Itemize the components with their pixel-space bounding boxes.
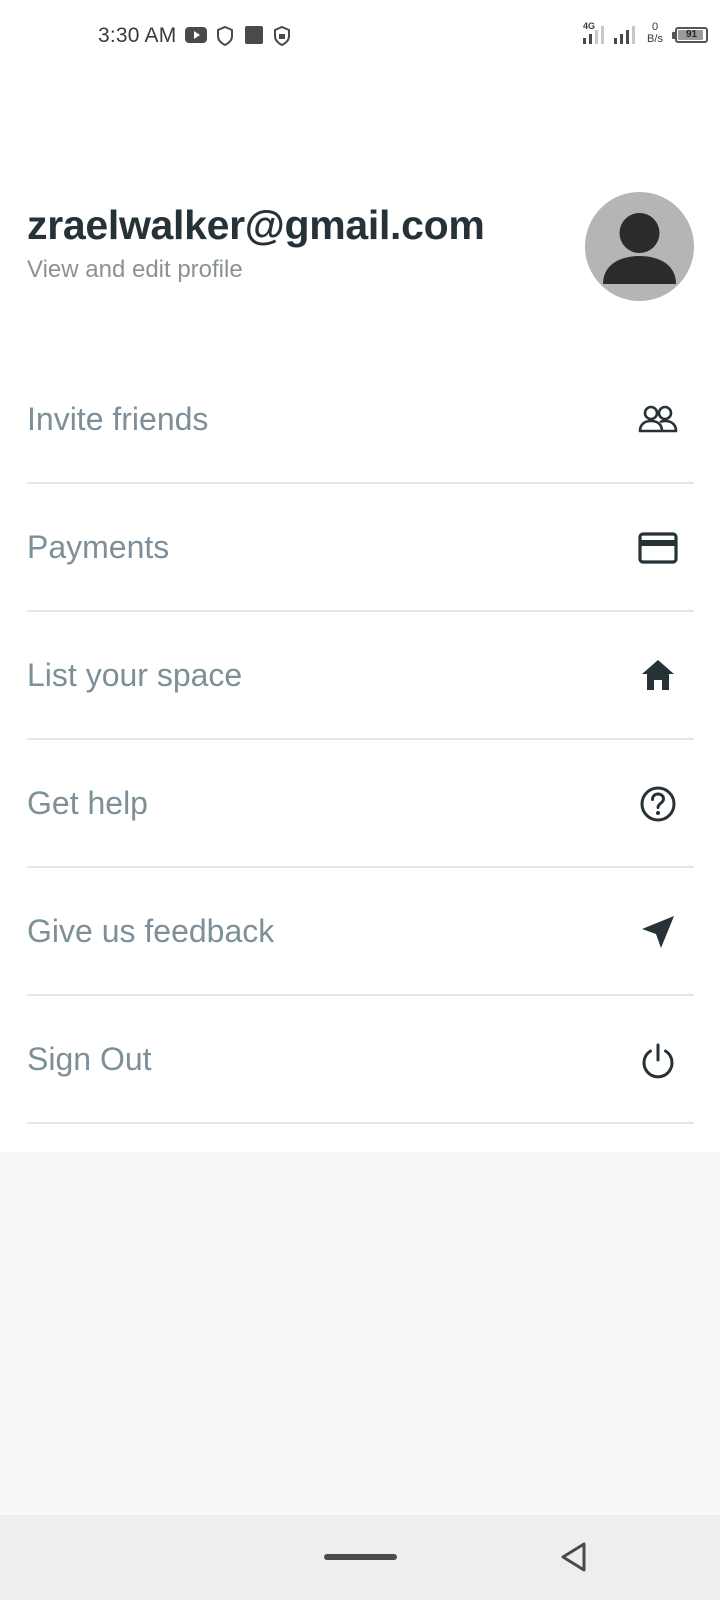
youtube-icon bbox=[184, 25, 208, 50]
menu-item-label: Sign Out bbox=[27, 1041, 152, 1077]
menu-item-payments[interactable]: Payments bbox=[27, 484, 694, 612]
status-bar: 3:30 AM 4G 0 B/s 91 bbox=[0, 0, 720, 74]
net-speed-unit: B/s bbox=[647, 33, 663, 45]
back-icon[interactable] bbox=[556, 1539, 592, 1575]
help-circle-icon bbox=[636, 782, 680, 826]
battery-icon: 91 bbox=[675, 27, 708, 43]
menu-item-label: Get help bbox=[27, 785, 148, 821]
signal-icon bbox=[613, 24, 637, 51]
signal-icon bbox=[582, 24, 606, 51]
menu-item-label: Invite friends bbox=[27, 401, 209, 437]
avatar[interactable] bbox=[585, 192, 694, 301]
menu-item-label: Payments bbox=[27, 529, 170, 565]
shield-badge-icon bbox=[272, 25, 292, 52]
home-pill-icon[interactable] bbox=[324, 1554, 397, 1560]
profile-email: zraelwalker@gmail.com bbox=[27, 202, 485, 248]
shield-icon bbox=[215, 25, 235, 52]
people-icon bbox=[636, 398, 680, 442]
menu-item-label: Give us feedback bbox=[27, 913, 275, 949]
menu-item-invite-friends[interactable]: Invite friends bbox=[27, 356, 694, 484]
net-speed: 0 B/s bbox=[642, 21, 668, 45]
menu-item-sign-out[interactable]: Sign Out bbox=[27, 996, 694, 1124]
menu-item-get-help[interactable]: Get help bbox=[27, 740, 694, 868]
menu-item-give-feedback[interactable]: Give us feedback bbox=[27, 868, 694, 996]
view-edit-profile-link[interactable]: View and edit profile bbox=[27, 256, 243, 284]
menu-list: Invite friends Payments List your space bbox=[27, 356, 694, 1124]
net-speed-value: 0 bbox=[651, 21, 659, 33]
content-background bbox=[0, 1152, 720, 1515]
send-icon bbox=[636, 910, 680, 954]
menu-item-label: List your space bbox=[27, 657, 243, 693]
menu-item-list-your-space[interactable]: List your space bbox=[27, 612, 694, 740]
navigation-bar bbox=[0, 1515, 720, 1600]
home-icon bbox=[636, 654, 680, 698]
profile-header[interactable]: zraelwalker@gmail.com View and edit prof… bbox=[0, 180, 720, 310]
credit-card-icon bbox=[636, 526, 680, 570]
square-icon bbox=[244, 25, 264, 50]
battery-percent: 91 bbox=[685, 29, 698, 40]
power-icon bbox=[636, 1038, 680, 1082]
person-icon bbox=[603, 213, 676, 284]
status-time: 3:30 AM bbox=[98, 24, 177, 47]
